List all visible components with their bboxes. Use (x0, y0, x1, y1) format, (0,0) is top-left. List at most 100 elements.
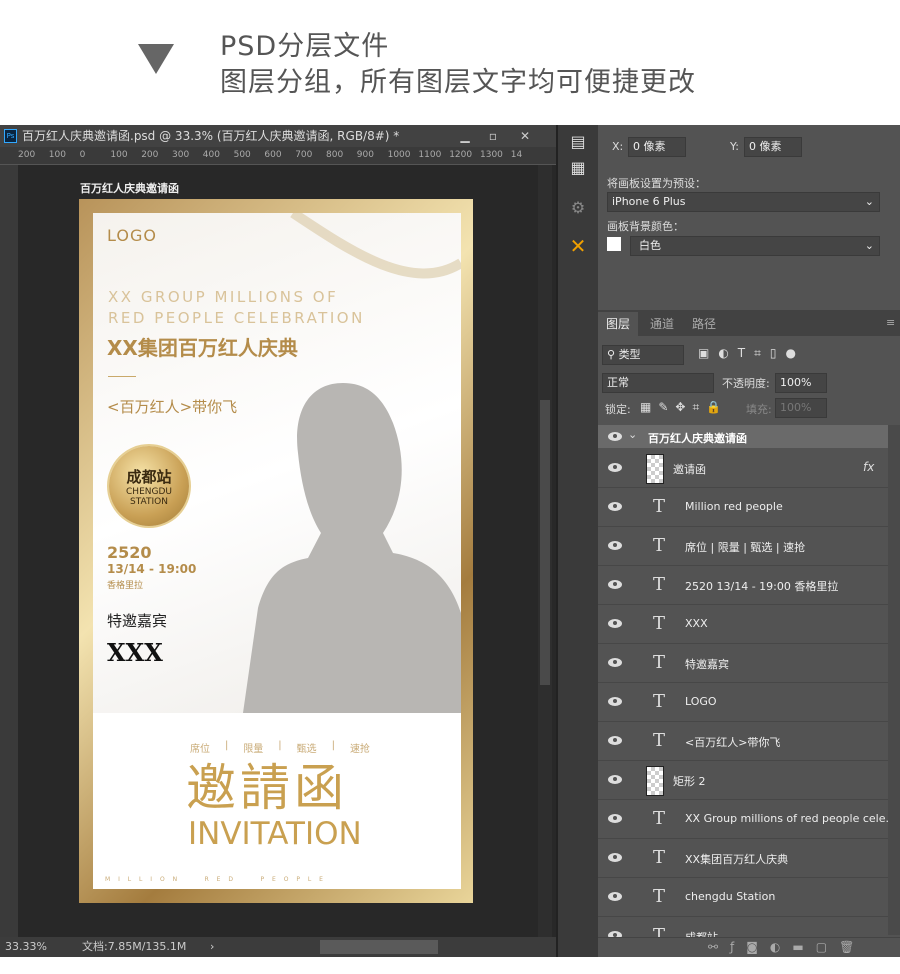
fill-input[interactable]: 100% (775, 398, 827, 418)
layer-name: XX Group millions of red people cele... (685, 812, 896, 825)
eye-icon[interactable] (608, 892, 622, 901)
poster-guest-label: 特邀嘉宾 (107, 612, 168, 630)
eye-icon[interactable] (608, 502, 622, 511)
triangle-icon (138, 44, 174, 74)
status-bar: 33.33% 文档:7.85M/135.1M › (0, 937, 556, 957)
text-layer-icon: T (653, 574, 666, 595)
status-menu-arrow[interactable]: › (210, 937, 214, 957)
ruler-tick: 800 (326, 150, 344, 160)
eye-icon[interactable] (608, 463, 622, 472)
eye-icon[interactable] (608, 853, 622, 862)
tag: 速抢 (349, 744, 370, 755)
layer-name: LOGO (685, 695, 717, 708)
text-layer-icon: T (653, 652, 666, 673)
eye-icon[interactable] (608, 775, 622, 784)
preset-value: iPhone 6 Plus (612, 195, 686, 208)
poster-footer: M I L L I O N R E D P E O P L E (105, 876, 326, 883)
artboard-label[interactable]: 百万红人庆典邀请函 (80, 180, 179, 196)
layer-row[interactable]: T 2520 13/14 - 19:00 香格里拉 (598, 566, 888, 605)
layer-row[interactable]: T 席位 | 限量 | 甄选 | 速抢 (598, 527, 888, 566)
poster-date: 13/14 - 19:00 (107, 562, 197, 576)
tag: 席位 (190, 744, 210, 755)
opacity-input[interactable]: 100% (775, 373, 827, 393)
horizontal-scroll-thumb[interactable] (320, 940, 438, 954)
layer-name: 邀请函 (673, 463, 706, 476)
filter-select[interactable]: ⚲ 类型 (602, 345, 684, 365)
layer-row[interactable]: T XX Group millions of red people cele... (598, 800, 896, 839)
header-line-1: PSD分层文件 (220, 31, 390, 62)
poster-slogan: <百万红人>带你飞 (107, 398, 238, 416)
poster-tags: 席位 | 限量 | 甄选 | 速抢 (190, 740, 370, 755)
bg-value: 白色 (639, 239, 661, 252)
layer-name: 席位 | 限量 | 甄选 | 速抢 (685, 541, 806, 554)
panel-menu-icon[interactable]: ≡ (886, 316, 895, 329)
layer-row[interactable]: T 特邀嘉宾 (598, 644, 888, 683)
lock-icons[interactable]: ▦✎✥⌗🔒 (640, 400, 728, 415)
eye-icon[interactable] (608, 697, 622, 706)
zoom-level[interactable]: 33.33% (5, 937, 47, 957)
x-input[interactable]: 0 像素 (628, 137, 686, 157)
tab-channels[interactable]: 通道 (642, 312, 682, 336)
layer-name: 特邀嘉宾 (685, 658, 729, 671)
ruler-tick: 1000 (387, 150, 411, 160)
tag: 甄选 (296, 744, 317, 755)
tab-paths[interactable]: 路径 (684, 312, 724, 336)
layer-row[interactable]: Tchengdu Station (598, 878, 888, 917)
text-layer-icon: T (653, 496, 666, 517)
eye-icon[interactable] (608, 432, 622, 441)
bg-label: 画板背景颜色： (607, 220, 684, 233)
poster-guest-name: XXX (107, 638, 163, 667)
fx-icon[interactable]: fx (863, 460, 874, 474)
close-button[interactable]: ✕ (512, 128, 538, 144)
fill-label: 填充: (746, 403, 772, 416)
poster-venue: 香格里拉 (107, 581, 144, 591)
tab-layers[interactable]: 图层 (598, 312, 639, 336)
eye-icon[interactable] (608, 736, 622, 745)
eye-icon[interactable] (608, 814, 622, 823)
artboard-panel-icon[interactable]: ▤ (566, 130, 590, 154)
bg-color-swatch[interactable] (607, 237, 621, 251)
brushes-icon[interactable]: ✕ (566, 234, 590, 258)
text-layer-icon: T (653, 535, 666, 556)
eye-icon[interactable] (608, 658, 622, 667)
layer-row[interactable]: T LOGO (598, 683, 888, 722)
eye-icon[interactable] (608, 541, 622, 550)
smart-object-thumbnail-icon (646, 454, 664, 484)
layer-row[interactable]: T XXX (598, 605, 888, 644)
eye-icon[interactable] (608, 580, 622, 589)
minimize-button[interactable]: ▁ (452, 128, 478, 144)
y-input[interactable]: 0 像素 (744, 137, 802, 157)
ruler-tick: 1300 (480, 150, 503, 160)
lock-label: 锁定: (605, 403, 631, 416)
layer-name: <百万红人>带你飞 (685, 736, 781, 749)
layer-row[interactable]: 邀请函 fx (598, 449, 888, 488)
vertical-scroll-thumb[interactable] (540, 400, 550, 685)
filter-value: 类型 (618, 348, 641, 361)
eye-icon[interactable] (608, 619, 622, 628)
layers-scrollbar[interactable] (888, 425, 900, 935)
layer-group[interactable]: ⌄ 百万红人庆典邀请函 (598, 425, 888, 448)
layer-row[interactable]: 矩形 2 (598, 761, 888, 800)
ruler-tick: 100 (110, 150, 128, 160)
badge-cn: 成都站 (126, 468, 172, 486)
properties-panel-icon[interactable]: ▦ (566, 156, 590, 180)
blend-mode-select[interactable]: 正常 (602, 373, 714, 393)
preset-select[interactable]: iPhone 6 Plus ⌄ (607, 192, 880, 212)
badge-en-1: CHENGDU (126, 487, 172, 497)
libraries-icon[interactable]: ⚙ (566, 196, 590, 220)
text-layer-icon: T (653, 613, 666, 634)
bg-select[interactable]: 白色 ⌄ (630, 236, 880, 256)
ps-logo-icon: Ps (4, 129, 17, 143)
layer-name: chengdu Station (685, 890, 776, 903)
layer-row[interactable]: T XX集团百万红人庆典 (598, 839, 888, 878)
layer-row[interactable]: T Million red people (598, 488, 888, 527)
layer-actions-icons[interactable]: ⚯ƒ◙◐▬▢🗑 (708, 940, 866, 954)
layer-row[interactable]: T <百万红人>带你飞 (598, 722, 888, 761)
maximize-button[interactable]: ▫ (480, 128, 506, 144)
chevron-down-icon[interactable]: ⌄ (628, 428, 637, 441)
layers-footer: ⚯ƒ◙◐▬▢🗑 (598, 937, 900, 957)
ruler-tick: 900 (356, 150, 374, 160)
opacity-label: 不透明度: (722, 377, 770, 390)
filter-icons[interactable]: ▣◐T⌗▯● (698, 346, 805, 361)
text-layer-icon: T (653, 730, 666, 751)
